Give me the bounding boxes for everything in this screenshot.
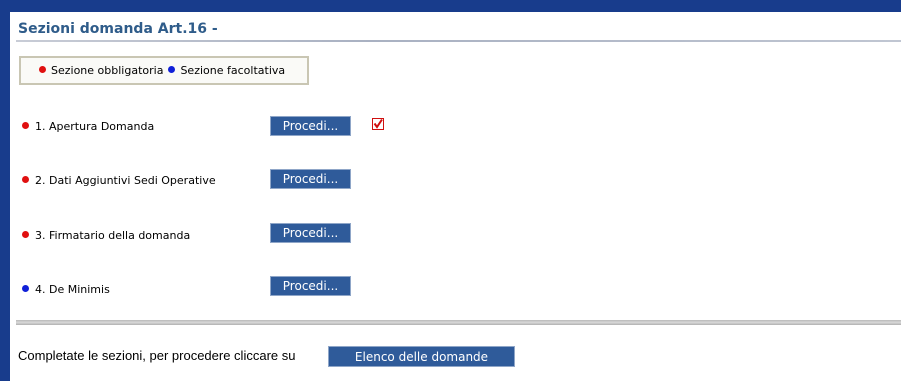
mandatory-dot-icon [39, 66, 46, 73]
legend-box: Sezione obbligatoria Sezione facoltativa [18, 55, 310, 86]
footer-divider [16, 320, 901, 325]
section-label: 2. Dati Aggiuntivi Sedi Operative [35, 174, 216, 187]
section-row-4-label: 4. De Minimis [22, 283, 110, 296]
procedi-button-section-2[interactable]: Procedi... [270, 169, 351, 189]
legend-mandatory-label: Sezione obbligatoria [51, 64, 164, 77]
section-label: 4. De Minimis [35, 283, 110, 296]
mandatory-dot-icon [22, 122, 29, 129]
procedi-button-section-1[interactable]: Procedi... [270, 116, 351, 136]
checkbox-checked-icon [372, 118, 384, 130]
optional-dot-icon [168, 66, 176, 73]
page-title: Sezioni domanda Art.16 - [18, 21, 218, 37]
section-label: 3. Firmatario della domanda [35, 229, 191, 242]
procedi-button-section-3[interactable]: Procedi... [270, 223, 351, 243]
footer-instruction: Completate le sezioni, per procedere cli… [18, 348, 296, 363]
mandatory-dot-icon [22, 231, 29, 238]
window-left-border [0, 0, 10, 381]
window-top-border [0, 0, 901, 12]
section-row-2-label: 2. Dati Aggiuntivi Sedi Operative [22, 174, 216, 187]
section-row-1-label: 1. Apertura Domanda [22, 120, 154, 133]
optional-dot-icon [22, 285, 29, 292]
section-row-3-label: 3. Firmatario della domanda [22, 229, 190, 242]
elenco-domande-button[interactable]: Elenco delle domande [328, 346, 515, 367]
mandatory-dot-icon [22, 176, 29, 183]
legend-optional-label: Sezione facoltativa [180, 64, 286, 77]
section-label: 1. Apertura Domanda [35, 120, 155, 133]
title-underline [16, 40, 901, 42]
procedi-button-section-4[interactable]: Procedi... [270, 276, 351, 296]
